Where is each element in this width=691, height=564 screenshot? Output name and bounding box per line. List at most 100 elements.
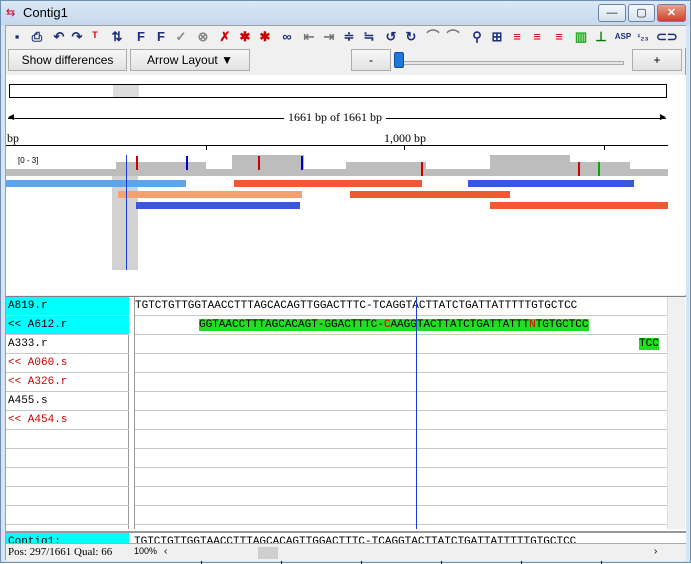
empty-row bbox=[135, 430, 667, 449]
snp-mark bbox=[258, 156, 260, 170]
sequence-row-a455[interactable] bbox=[135, 392, 667, 411]
read-arrow-a060[interactable] bbox=[118, 191, 302, 198]
snp2-icon[interactable]: ✱ bbox=[256, 28, 274, 46]
read-arrow-a333[interactable] bbox=[468, 180, 634, 187]
read-arrow-a326[interactable] bbox=[350, 191, 510, 198]
zoom-slider-track[interactable] bbox=[394, 61, 624, 65]
status-text: Pos: 297/1661 Qual: 66 bbox=[8, 546, 113, 558]
find-back-icon[interactable]: F bbox=[152, 28, 170, 46]
horizontal-scroll-thumb[interactable] bbox=[258, 547, 278, 559]
flag2-icon[interactable]: ≡ bbox=[528, 28, 546, 46]
coverage-block bbox=[490, 155, 570, 176]
close-button[interactable]: ✕ bbox=[657, 4, 686, 22]
contig-up-icon[interactable]: ⌒ bbox=[424, 28, 442, 46]
read-name-a612[interactable]: << A612.r bbox=[6, 316, 129, 335]
scroll-left-icon[interactable]: ‹ bbox=[164, 546, 167, 557]
sequence-row-a612[interactable]: GGTAACCTTTAGCACAGT-GGACTTTC-CAAGGTACTTAT… bbox=[135, 316, 667, 335]
snp-mark bbox=[186, 156, 188, 170]
read-arrow-a455[interactable] bbox=[136, 202, 300, 209]
empty-row bbox=[135, 449, 667, 468]
maximize-button[interactable]: ▢ bbox=[628, 4, 655, 22]
read-arrow-a612[interactable] bbox=[234, 180, 422, 187]
arrow-layout-label: Arrow Layout bbox=[147, 53, 218, 67]
sequence-text: TGTCTGTTGGTAACCTTTAGCACAGTTGGACTTTC-TCAG… bbox=[135, 300, 578, 312]
client-area: ▪ ⎙ ↶ ↷ ᵀ ⇅ F F ✓ ⊗ ✗ ✱ ✱ ∞ ⇤ ⇥ ≑ ≒ ↺ ↻ … bbox=[5, 25, 686, 564]
read-name-label: << A060.s bbox=[8, 357, 68, 369]
read-names-pane: A819.r << A612.r A333.r << A060.s << A32… bbox=[6, 297, 129, 529]
sequence-pane[interactable]: TGTCTGTTGGTAACCTTTAGCACAGTTGGACTTTC-TCAG… bbox=[134, 297, 667, 529]
trim-icon[interactable]: ᵀ bbox=[86, 28, 104, 46]
sequence-row-a060[interactable] bbox=[135, 354, 667, 373]
delete-icon[interactable]: ✗ bbox=[216, 28, 234, 46]
pad-right-icon[interactable]: ⇥ bbox=[320, 28, 338, 46]
overview-selection[interactable] bbox=[113, 85, 139, 97]
read-name-a455[interactable]: A455.s bbox=[6, 392, 129, 411]
redo-icon[interactable]: ↷ bbox=[68, 28, 86, 46]
chromatogram-icon[interactable]: ▥ bbox=[572, 28, 590, 46]
read-name-label: A455.s bbox=[8, 395, 48, 407]
minimize-button[interactable]: — bbox=[598, 4, 626, 22]
read-arrow-a819[interactable] bbox=[6, 180, 186, 187]
zoom-slider-thumb[interactable] bbox=[394, 52, 404, 68]
tree-icon[interactable]: ⊞ bbox=[488, 28, 506, 46]
coverage-block bbox=[232, 155, 304, 176]
read-name-a326[interactable]: << A326.r bbox=[6, 373, 129, 392]
rotate-left-icon[interactable]: ↺ bbox=[382, 28, 400, 46]
find-forward-icon[interactable]: F bbox=[132, 28, 150, 46]
flag3-icon[interactable]: ≡ bbox=[550, 28, 568, 46]
rotate-right-icon[interactable]: ↻ bbox=[402, 28, 420, 46]
show-differences-button[interactable]: Show differences bbox=[8, 49, 127, 71]
arrow-layout-dropdown[interactable]: Arrow Layout ▼ bbox=[130, 49, 250, 71]
snp-mark bbox=[136, 156, 138, 170]
save-icon[interactable]: ▪ bbox=[8, 28, 26, 46]
read-name-a333[interactable]: A333.r bbox=[6, 335, 129, 354]
snp-mark bbox=[578, 162, 580, 176]
accept-icon[interactable]: ✓ bbox=[172, 28, 190, 46]
ruler-tick bbox=[206, 145, 207, 150]
flag-icon[interactable]: ≡ bbox=[508, 28, 526, 46]
protein-icon[interactable]: ASP bbox=[614, 28, 632, 46]
sequence-text: GGTAACCTTTAGCACAGT-GGACTTTC- bbox=[199, 319, 384, 331]
sequence-text: AAGGTACTTATCTGATTATTT bbox=[390, 319, 530, 331]
toolbar: ▪ ⎙ ↶ ↷ ᵀ ⇅ F F ✓ ⊗ ✗ ✱ ✱ ∞ ⇤ ⇥ ≑ ≒ ↺ ↻ … bbox=[6, 26, 686, 48]
alignment-view[interactable]: A819.r << A612.r A333.r << A060.s << A32… bbox=[6, 296, 686, 564]
empty-row bbox=[135, 487, 667, 506]
link-icon[interactable]: ⊂⊃ bbox=[656, 28, 678, 46]
sequence-row-a326[interactable] bbox=[135, 373, 667, 392]
numbering-icon[interactable]: ¹₂₃ bbox=[634, 28, 652, 46]
app-icon: ⇆ bbox=[6, 7, 16, 19]
chevron-down-icon: ▼ bbox=[221, 53, 233, 67]
empty-row bbox=[6, 449, 129, 468]
sequence-row-a454[interactable] bbox=[135, 411, 667, 430]
zoom-out-button[interactable]: - bbox=[351, 49, 391, 71]
sequence-mismatch: N bbox=[529, 319, 536, 331]
sequence-row-a819[interactable]: TGTCTGTTGGTAACCTTTAGCACAGTTGGACTTTC-TCAG… bbox=[135, 297, 667, 316]
read-name-label: << A326.r bbox=[8, 376, 68, 388]
read-name-a819[interactable]: A819.r bbox=[6, 297, 129, 316]
scroll-right-icon[interactable]: › bbox=[654, 546, 657, 557]
zoom-in-button[interactable]: + bbox=[632, 49, 682, 71]
overview-range-bar[interactable] bbox=[9, 84, 667, 98]
read-name-a454[interactable]: << A454.s bbox=[6, 411, 129, 430]
shift-up-icon[interactable]: ≑ bbox=[340, 28, 358, 46]
coverage-block bbox=[116, 162, 206, 176]
snp-icon[interactable]: ✱ bbox=[236, 28, 254, 46]
shift-down-icon[interactable]: ≒ bbox=[360, 28, 378, 46]
zoom-select[interactable]: 100% bbox=[134, 546, 157, 556]
vertical-scrollbar[interactable] bbox=[667, 297, 685, 529]
read-name-a060[interactable]: << A060.s bbox=[6, 354, 129, 373]
sequence-row-a333[interactable]: TCC bbox=[135, 335, 667, 354]
contig-down-icon[interactable]: ⌒ bbox=[444, 28, 462, 46]
sort-icon[interactable]: ⇅ bbox=[108, 28, 126, 46]
ruler-start-label: bp bbox=[7, 131, 19, 145]
window-title: Contig1 bbox=[23, 5, 68, 20]
contig-overview[interactable]: ◄ ► 1661 bp of 1661 bp bp 1,000 bp [0 - … bbox=[6, 75, 686, 295]
print-icon[interactable]: ⎙ bbox=[28, 28, 46, 46]
undo-icon[interactable]: ↶ bbox=[50, 28, 68, 46]
cancel-icon[interactable]: ⊗ bbox=[194, 28, 212, 46]
read-arrow-a454[interactable] bbox=[490, 202, 668, 209]
binoculars-icon[interactable]: ∞ bbox=[278, 28, 296, 46]
pad-left-icon[interactable]: ⇤ bbox=[300, 28, 318, 46]
align-icon[interactable]: ⊥ bbox=[592, 28, 610, 46]
search-icon[interactable]: ⚲ bbox=[468, 28, 486, 46]
